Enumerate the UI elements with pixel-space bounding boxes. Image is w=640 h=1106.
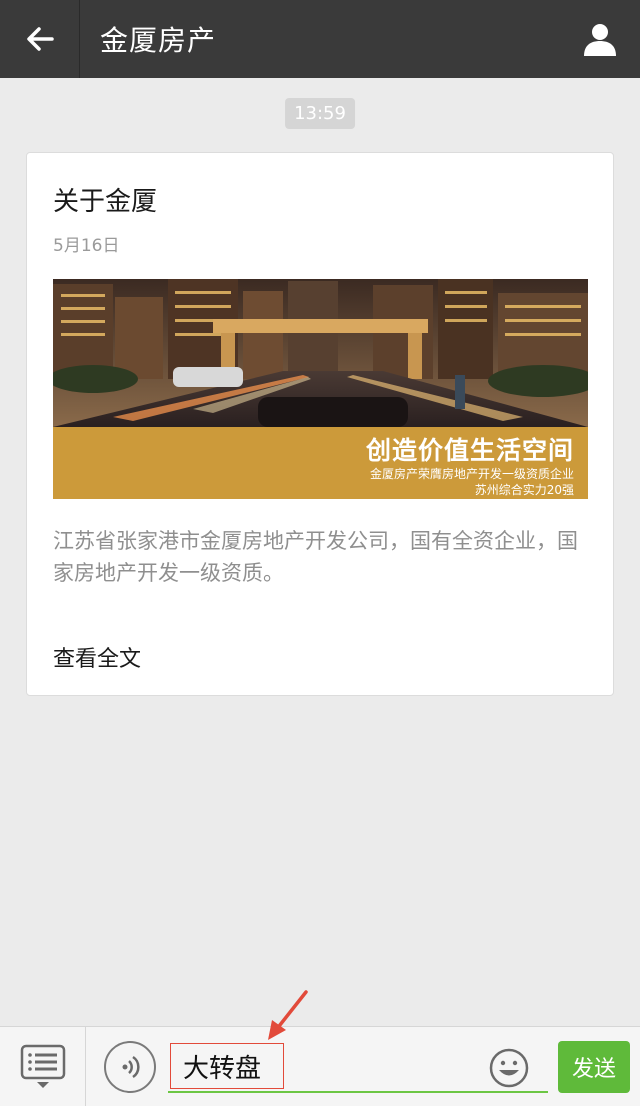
banner-slogan: 创造价值生活空间 — [365, 436, 574, 465]
person-icon — [584, 24, 616, 56]
arrow-left-icon — [26, 27, 54, 51]
profile-button[interactable] — [560, 0, 640, 78]
annotation-arrow-icon — [268, 990, 308, 1040]
message-input-bar: 大转盘 发送 — [0, 1026, 640, 1106]
banner-subtitle-2: 苏州综合实力20强 — [474, 483, 574, 497]
top-nav-bar: 金厦房产 — [0, 0, 640, 78]
article-title: 关于金厦 — [53, 187, 158, 217]
smiley-icon[interactable] — [488, 1047, 530, 1089]
message-timestamp: 13:59 — [285, 98, 355, 129]
send-button[interactable]: 发送 — [558, 1041, 630, 1093]
article-card[interactable]: 关于金厦 5月16日 创造价值生活空间 金厦房产荣膺房地产开发一级资质企业 苏州… — [26, 152, 614, 696]
message-input-value[interactable]: 大转盘 — [170, 1043, 284, 1089]
menu-toggle-button[interactable] — [0, 1027, 86, 1106]
article-banner-image[interactable]: 创造价值生活空间 金厦房产荣膺房地产开发一级资质企业 苏州综合实力20强 — [53, 279, 588, 499]
banner-caption-strip: 创造价值生活空间 金厦房产荣膺房地产开发一级资质企业 苏州综合实力20强 — [53, 427, 588, 499]
menu-list-icon — [20, 1044, 65, 1088]
read-full-article-link[interactable]: 查看全文 — [53, 641, 141, 673]
banner-subtitle-1: 金厦房产荣膺房地产开发一级资质企业 — [369, 467, 574, 481]
page-title: 金厦房产 — [100, 24, 217, 57]
article-date: 5月16日 — [53, 236, 120, 256]
back-button[interactable] — [0, 0, 80, 78]
voice-icon — [122, 1055, 140, 1079]
city-street-night-image — [53, 279, 588, 427]
voice-input-button[interactable] — [104, 1041, 156, 1093]
article-summary: 江苏省张家港市金厦房地产开发公司，国有全资企业，国家房地产开发一级资质。 — [53, 529, 578, 585]
